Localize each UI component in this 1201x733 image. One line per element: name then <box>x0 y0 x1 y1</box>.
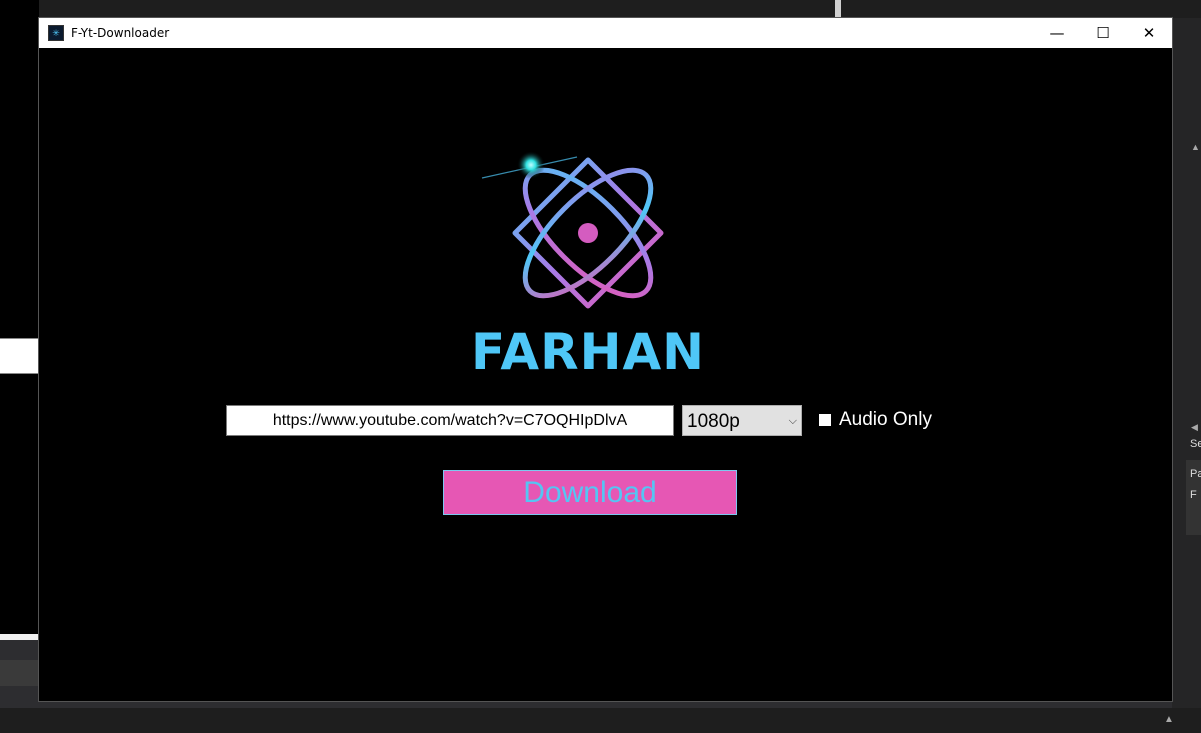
app-window: ✳ F-Yt-Downloader — ☐ ✕ FARHAN https://w… <box>39 18 1172 701</box>
background-ide-right <box>1172 18 1201 708</box>
audio-only-checkbox[interactable] <box>819 414 831 426</box>
background-panel-label: F <box>1190 489 1197 501</box>
scroll-up-icon: ▲ <box>1191 142 1200 152</box>
chevron-down-icon: ⌵ <box>788 415 797 427</box>
background-window-left <box>0 0 39 640</box>
maximize-button[interactable]: ☐ <box>1080 18 1126 48</box>
background-window-top <box>835 0 1201 18</box>
app-icon: ✳ <box>48 25 64 41</box>
window-controls: — ☐ ✕ <box>1034 18 1172 48</box>
background-panel-label: Pa <box>1190 468 1201 480</box>
url-input[interactable] <box>226 405 674 436</box>
scroll-left-icon: ◀ <box>1191 422 1198 432</box>
title-bar[interactable]: ✳ F-Yt-Downloader — ☐ ✕ <box>39 18 1172 48</box>
scroll-up-icon: ▲ <box>1164 714 1174 725</box>
background-panel-label: Se <box>1190 438 1201 450</box>
quality-select[interactable]: 1080p ⌵ <box>682 405 802 436</box>
main-content: FARHAN 1080p ⌵ Audio Only Download <box>39 48 1172 701</box>
quality-selected-value: 1080p <box>687 411 740 432</box>
window-title: F-Yt-Downloader <box>71 26 170 40</box>
download-button[interactable]: Download <box>443 470 737 515</box>
atom-logo <box>481 151 664 309</box>
audio-only-label[interactable]: Audio Only <box>839 409 932 431</box>
close-button[interactable]: ✕ <box>1126 18 1172 48</box>
background-ide-statusbar <box>0 708 1201 733</box>
minimize-button[interactable]: — <box>1034 18 1080 48</box>
brand-name: FARHAN <box>470 323 705 381</box>
background-input-fragment <box>0 338 39 374</box>
